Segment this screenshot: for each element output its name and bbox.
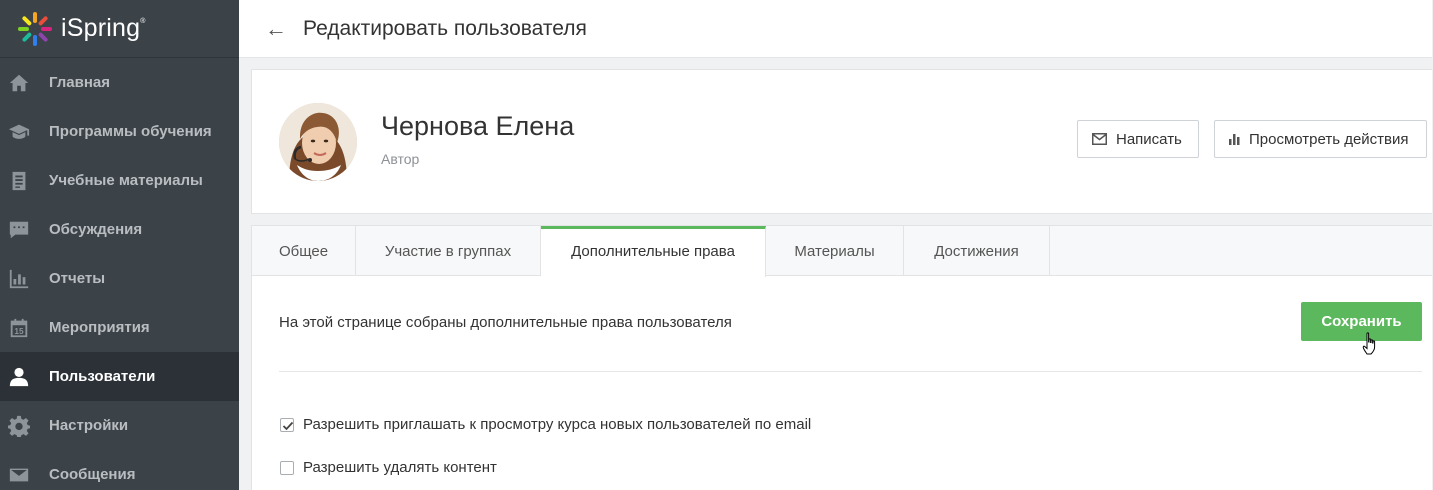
sidebar-item-label: Программы обучения (49, 123, 212, 140)
document-icon (8, 170, 30, 192)
hand-cursor-icon (1362, 332, 1376, 355)
calendar-icon: 15 (8, 317, 30, 339)
gear-icon (8, 415, 30, 437)
sidebar-item-label: Главная (49, 74, 111, 91)
envelope-icon (1092, 133, 1107, 145)
tab-general[interactable]: Общее (252, 226, 356, 276)
write-message-label: Написать (1116, 130, 1182, 148)
tab-groups[interactable]: Участие в группах (356, 226, 541, 276)
view-actions-label: Просмотреть действия (1249, 130, 1409, 148)
page-title: Редактировать пользователя (303, 16, 587, 40)
sidebar-item-label: Пользователи (49, 368, 156, 385)
delete-content-checkbox[interactable] (280, 460, 294, 475)
bar-chart-icon (1229, 134, 1240, 145)
user-role: Автор (381, 151, 420, 167)
permission-label: Разрешить приглашать к просмотру курса н… (303, 416, 812, 433)
home-icon (8, 72, 30, 94)
logo-text: iSpring® (61, 14, 146, 42)
sidebar: iSpring® Главная Программы обучения Учеб… (0, 0, 239, 490)
user-icon (8, 366, 30, 388)
tabs-panel: Общее Участие в группах Дополнительные п… (251, 225, 1432, 490)
sidebar-item-messages[interactable]: Сообщения (0, 450, 239, 490)
sidebar-item-label: Обсуждения (49, 221, 143, 238)
tabs-bar: Общее Участие в группах Дополнительные п… (252, 226, 1432, 277)
permission-invite-by-email[interactable]: Разрешить приглашать к просмотру курса н… (280, 416, 811, 433)
checkmark-icon (282, 421, 294, 430)
envelope-icon (8, 464, 30, 486)
sidebar-item-discussions[interactable]: Обсуждения (0, 205, 239, 254)
page-header: ← Редактировать пользователя (239, 0, 1432, 58)
sidebar-item-users[interactable]: Пользователи (0, 352, 239, 401)
svg-text:15: 15 (14, 326, 24, 335)
sidebar-item-home[interactable]: Главная (0, 58, 239, 107)
invite-by-email-checkbox[interactable] (280, 417, 294, 432)
write-message-button[interactable]: Написать (1077, 120, 1199, 158)
tab-materials[interactable]: Материалы (766, 226, 904, 276)
sidebar-item-events[interactable]: 15 Мероприятия (0, 303, 239, 352)
sidebar-item-programs[interactable]: Программы обучения (0, 107, 239, 156)
divider (279, 371, 1422, 372)
back-arrow-icon[interactable]: ← (265, 17, 287, 40)
sidebar-nav: Главная Программы обучения Учебные матер… (0, 58, 239, 490)
permission-delete-content[interactable]: Разрешить удалять контент (280, 459, 497, 476)
tab-achievements[interactable]: Достижения (904, 226, 1050, 276)
user-photo (279, 103, 357, 181)
profile-card: Чернова Елена Автор Написать Просмотреть… (251, 69, 1432, 214)
info-text: На этой странице собраны дополнительные … (279, 314, 732, 331)
bar-chart-icon (8, 268, 30, 290)
user-name: Чернова Елена (381, 111, 575, 141)
sidebar-item-label: Настройки (49, 417, 129, 434)
sidebar-item-settings[interactable]: Настройки (0, 401, 239, 450)
avatar (279, 103, 357, 181)
main-area: ← Редактировать пользователя Чернова Еле… (239, 0, 1432, 490)
tab-additional-rights[interactable]: Дополнительные права (541, 226, 766, 277)
chat-icon (8, 219, 30, 241)
sidebar-item-label: Мероприятия (49, 319, 150, 336)
permission-label: Разрешить удалять контент (303, 459, 497, 476)
sidebar-item-label: Учебные материалы (49, 172, 203, 189)
sidebar-item-reports[interactable]: Отчеты (0, 254, 239, 303)
graduation-cap-icon (8, 121, 30, 143)
ispring-logo[interactable]: iSpring® (0, 0, 239, 58)
ispring-flower-icon (18, 11, 52, 46)
sidebar-item-materials[interactable]: Учебные материалы (0, 156, 239, 205)
sidebar-item-label: Сообщения (49, 466, 136, 483)
view-actions-button[interactable]: Просмотреть действия (1214, 120, 1427, 158)
sidebar-item-label: Отчеты (49, 270, 106, 287)
